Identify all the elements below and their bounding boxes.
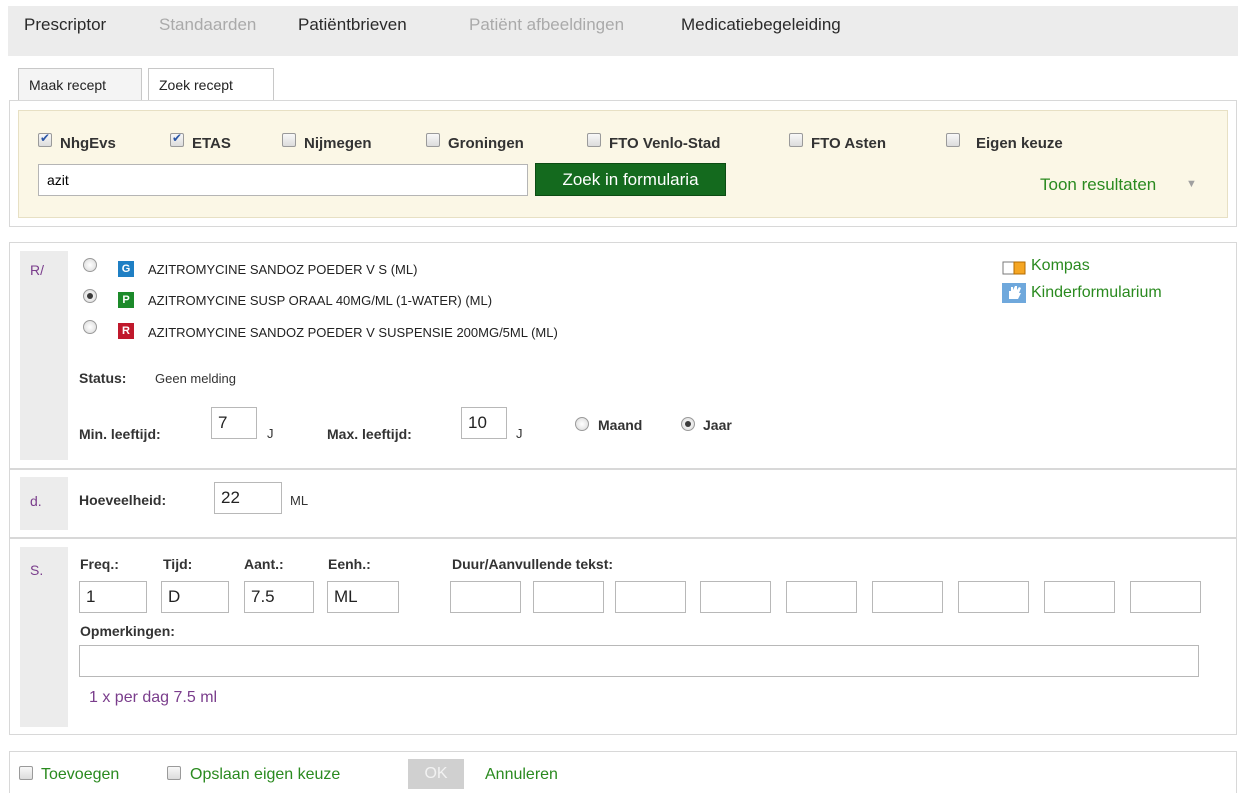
- checkbox-opslaan-eigen-keuze[interactable]: [167, 766, 181, 780]
- min-age-input[interactable]: 7: [211, 407, 257, 439]
- checkbox-groningen[interactable]: [426, 133, 440, 147]
- search-formularia-button[interactable]: Zoek in formularia: [535, 163, 726, 196]
- min-age-label: Min. leeftijd:: [79, 426, 161, 442]
- toevoegen-label[interactable]: Toevoegen: [41, 766, 119, 784]
- opslaan-eigen-keuze-label[interactable]: Opslaan eigen keuze: [190, 766, 340, 784]
- preference-badge-icon: P: [118, 292, 134, 308]
- medication-name: AZITROMYCINE SUSP ORAAL 40MG/ML (1-WATER…: [148, 293, 493, 308]
- checkbox-etas[interactable]: [170, 131, 184, 147]
- eenh-input[interactable]: ML: [327, 581, 399, 613]
- radio-jaar[interactable]: [681, 417, 695, 431]
- status-label: Status:: [79, 370, 127, 386]
- dose-label: d.: [30, 493, 42, 509]
- kinderformularium-link[interactable]: Kinderformularium: [1031, 284, 1162, 302]
- checkbox-label-etas: ETAS: [192, 135, 231, 152]
- chevron-down-icon[interactable]: ▼: [1186, 178, 1197, 190]
- quantity-input[interactable]: 22: [214, 482, 282, 514]
- nav-patient-afbeeldingen: Patiënt afbeeldingen: [469, 15, 625, 34]
- duur-input-2[interactable]: [533, 581, 604, 613]
- signatura-sidebar: [20, 547, 68, 727]
- signatura-label: S.: [30, 562, 44, 578]
- checkbox-label-groningen: Groningen: [448, 135, 524, 152]
- checkbox-label-nhgevs: NhgEvs: [60, 135, 116, 152]
- checkbox-toevoegen[interactable]: [19, 766, 33, 780]
- checkbox-eigen-keuze[interactable]: [946, 133, 960, 147]
- dose-sidebar: [20, 477, 68, 530]
- aant-input[interactable]: 7.5: [244, 581, 314, 613]
- duur-input-9[interactable]: [1130, 581, 1201, 613]
- radio-option-2[interactable]: [83, 289, 97, 303]
- radio-option-1[interactable]: [83, 258, 97, 272]
- nav-standaarden: Standaarden: [159, 15, 257, 34]
- checkbox-nijmegen[interactable]: [282, 133, 296, 147]
- book-icon: [1002, 260, 1028, 276]
- duur-input-8[interactable]: [1044, 581, 1115, 613]
- duur-input-4[interactable]: [700, 581, 771, 613]
- checkbox-label-fto-asten: FTO Asten: [811, 135, 887, 152]
- checkbox-nhgevs[interactable]: [38, 131, 52, 147]
- nav-prescriptor[interactable]: Prescriptor: [24, 15, 106, 35]
- checkbox-fto-asten[interactable]: [789, 133, 803, 147]
- duur-input-3[interactable]: [615, 581, 686, 613]
- quantity-label: Hoeveelheid:: [79, 492, 167, 508]
- tab-label: Maak recept: [29, 77, 107, 93]
- kompas-link[interactable]: Kompas: [1031, 257, 1090, 275]
- radio-option-3[interactable]: [83, 320, 97, 334]
- tab-label: Zoek recept: [159, 77, 233, 93]
- checkbox-label-nijmegen: Nijmegen: [304, 135, 372, 152]
- checkbox-label-fto-venlo-stad: FTO Venlo-Stad: [609, 135, 721, 152]
- duur-input-6[interactable]: [872, 581, 943, 613]
- medication-name: AZITROMYCINE SANDOZ POEDER V S (ML): [148, 262, 418, 277]
- status-value: Geen melding: [155, 371, 236, 386]
- nav-patientbrieven[interactable]: Patiëntbrieven: [298, 15, 407, 35]
- freq-label: Freq.:: [80, 556, 119, 572]
- hand-icon: [1002, 283, 1026, 303]
- generic-badge-icon: G: [118, 261, 134, 277]
- nav-medicatiebegeleiding[interactable]: Medicatiebegeleiding: [681, 15, 841, 35]
- duur-input-1[interactable]: [450, 581, 521, 613]
- radio-maand[interactable]: [575, 417, 589, 431]
- checkbox-label-eigen-keuze: Eigen keuze: [976, 135, 1063, 152]
- radio-label-maand: Maand: [598, 417, 643, 433]
- max-age-input[interactable]: 10: [461, 407, 507, 439]
- tab-zoek-recept[interactable]: Zoek recept: [148, 68, 274, 102]
- dose-section: [9, 469, 1237, 538]
- opmerkingen-label: Opmerkingen:: [80, 623, 175, 639]
- freq-input[interactable]: 1: [79, 581, 147, 613]
- max-age-unit: J: [516, 426, 523, 441]
- aant-label: Aant.:: [244, 556, 284, 572]
- opmerkingen-input[interactable]: [79, 645, 1199, 677]
- formularia-search-input[interactable]: [38, 164, 528, 196]
- ok-button[interactable]: OK: [408, 759, 464, 789]
- quantity-unit: ML: [290, 493, 309, 508]
- dosage-summary: 1 x per dag 7.5 ml: [89, 689, 218, 706]
- restricted-badge-icon: R: [118, 323, 134, 339]
- max-age-label: Max. leeftijd:: [327, 426, 412, 442]
- radio-label-jaar: Jaar: [703, 417, 732, 433]
- duur-input-7[interactable]: [958, 581, 1029, 613]
- medication-name: AZITROMYCINE SANDOZ POEDER V SUSPENSIE 2…: [148, 325, 558, 340]
- tab-maak-recept[interactable]: Maak recept: [18, 68, 142, 101]
- annuleren-link[interactable]: Annuleren: [485, 766, 558, 784]
- tijd-input[interactable]: D: [161, 581, 229, 613]
- eenh-label: Eenh.:: [328, 556, 371, 572]
- toon-resultaten-link[interactable]: Toon resultaten: [1040, 175, 1156, 195]
- duur-label: Duur/Aanvullende tekst:: [452, 556, 614, 572]
- duur-input-5[interactable]: [786, 581, 857, 613]
- recipe-sidebar: [20, 251, 68, 460]
- min-age-unit: J: [267, 426, 274, 441]
- tijd-label: Tijd:: [163, 556, 193, 572]
- recipe-label: R/: [30, 262, 44, 278]
- checkbox-fto-venlo-stad[interactable]: [587, 133, 601, 147]
